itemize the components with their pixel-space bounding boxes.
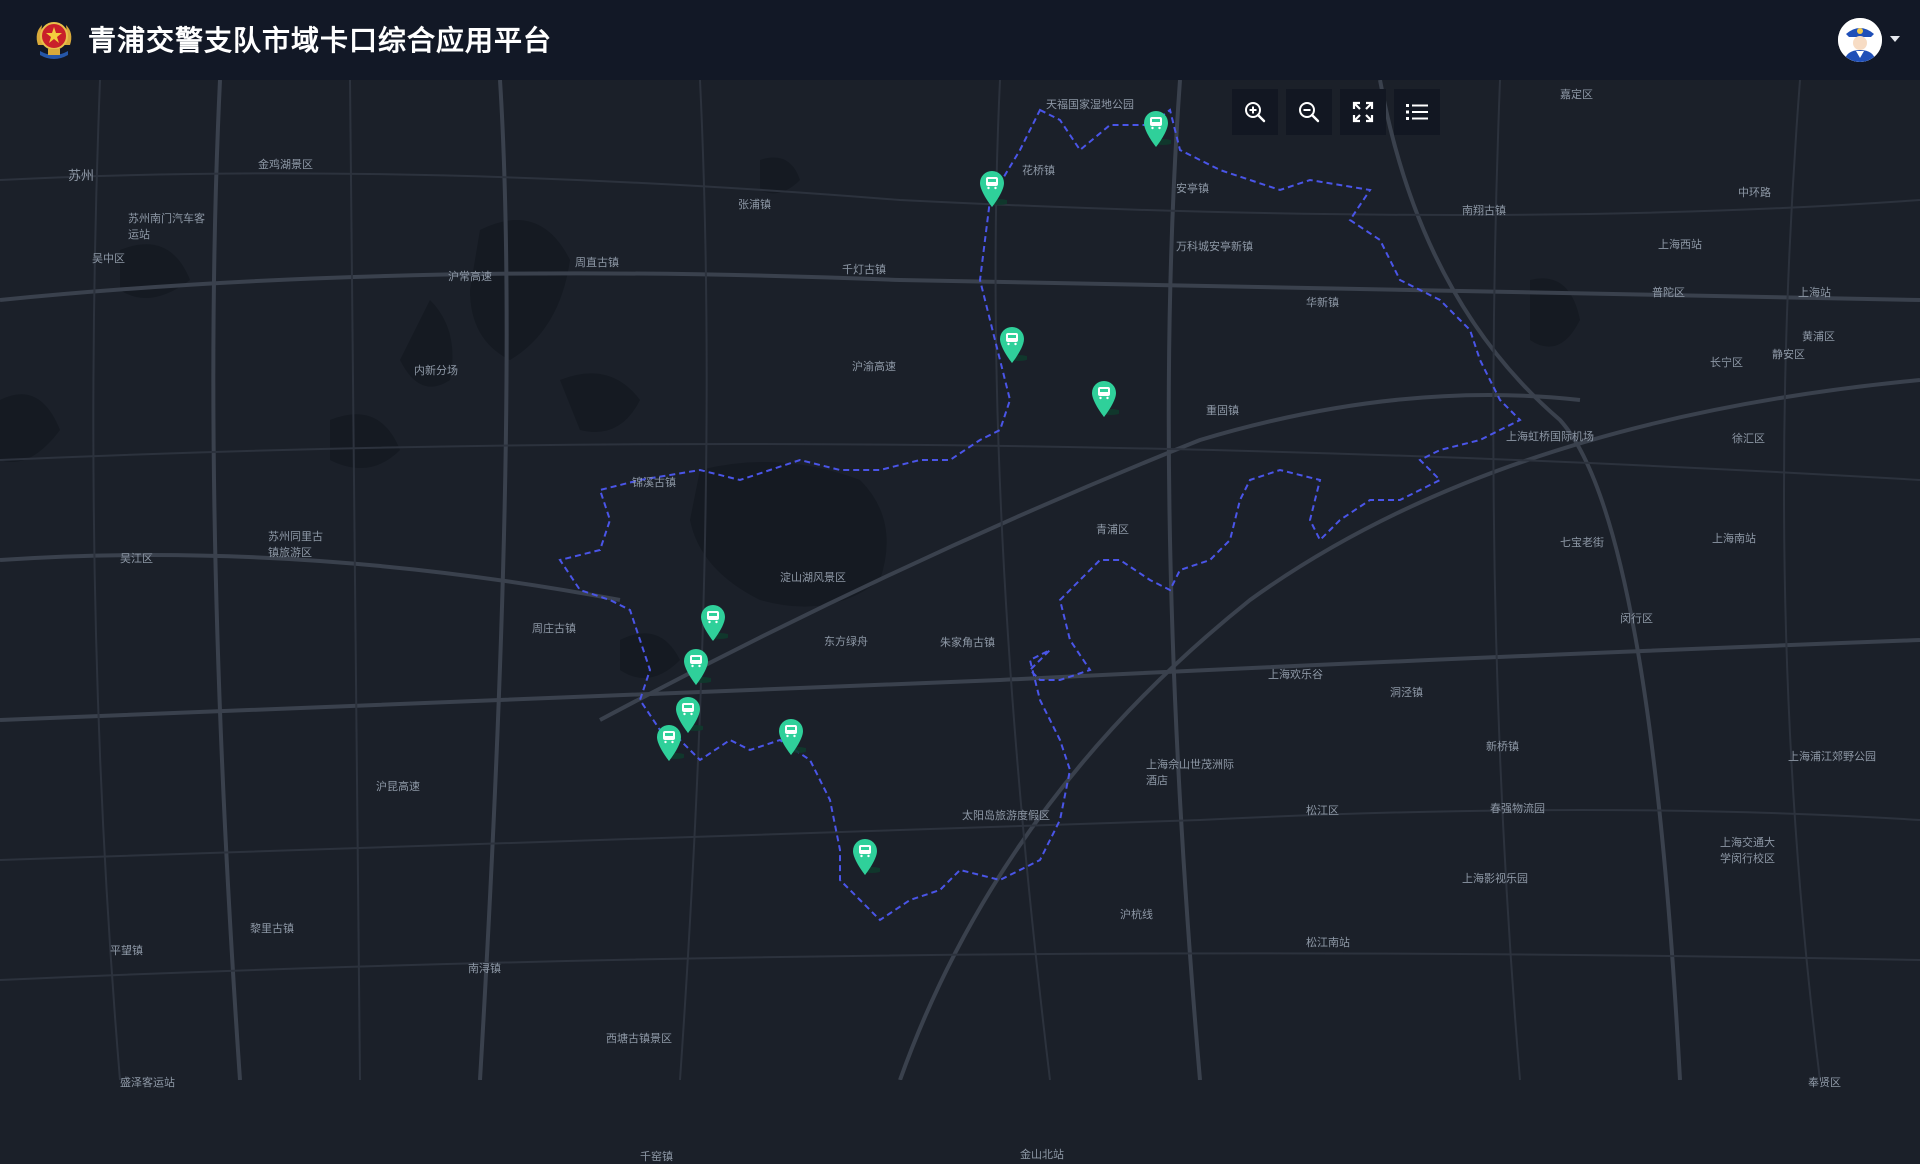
map-label: 华新镇 xyxy=(1306,296,1339,309)
map-label: 安亭镇 xyxy=(1176,182,1209,195)
map-label: 苏州 xyxy=(68,169,95,184)
map-label: 太阳岛旅游度假区 xyxy=(962,809,1050,822)
zoom-out-icon xyxy=(1299,102,1320,123)
fullscreen-button[interactable] xyxy=(1340,89,1386,135)
list-button[interactable] xyxy=(1394,89,1440,135)
map-label: 上海西站 xyxy=(1658,238,1702,251)
map-label: 新桥镇 xyxy=(1486,740,1519,753)
map-label: 重固镇 xyxy=(1206,404,1239,417)
map-label: 淀山湖风景区 xyxy=(780,571,846,584)
map-label: 沪杭线 xyxy=(1120,908,1153,921)
map-label: 苏州南门汽车客运站 xyxy=(128,212,205,241)
zoom-in-icon xyxy=(1245,102,1266,123)
checkpoint-marker[interactable] xyxy=(1141,108,1171,148)
map-label: 东方绿舟 xyxy=(824,635,868,648)
checkpoint-marker[interactable] xyxy=(654,722,684,762)
map-label: 黄浦区 xyxy=(1802,330,1835,343)
map-label: 平望镇 xyxy=(110,944,143,957)
map-label: 西塘古镇景区 xyxy=(606,1032,672,1045)
map-label: 沪渝高速 xyxy=(852,360,896,373)
app-title: 青浦交警支队市域卡口综合应用平台 xyxy=(88,24,553,57)
map-label: 奉贤区 xyxy=(1808,1076,1841,1089)
map-canvas[interactable]: 苏州 苏州南门汽车客运站 吴中区 吴江区 苏州同里古镇旅游区 黎里古镇 平望镇 … xyxy=(0,80,1920,1163)
map-label: 花桥镇 xyxy=(1022,164,1055,177)
fullscreen-icon xyxy=(1352,101,1374,123)
map-label: 上海交通大学闵行校区 xyxy=(1720,836,1775,865)
map-label: 上海南站 xyxy=(1712,532,1756,545)
map-label: 苏州同里古镇旅游区 xyxy=(268,530,323,559)
map-label: 上海虹桥国际机场 xyxy=(1506,430,1594,443)
police-officer-avatar-icon xyxy=(1838,18,1882,62)
checkpoint-marker[interactable] xyxy=(681,646,711,686)
water-bodies xyxy=(0,157,1580,678)
map-label: 中环路 xyxy=(1738,186,1771,199)
map-label: 长宁区 xyxy=(1710,356,1743,369)
map-label: 金鸡湖景区 xyxy=(258,158,313,171)
map-label: 上海浦江郊野公园 xyxy=(1788,750,1876,763)
zoom-out-button[interactable] xyxy=(1286,89,1332,135)
map-label: 闵行区 xyxy=(1620,612,1653,625)
checkpoint-marker[interactable] xyxy=(698,602,728,642)
map-label: 静安区 xyxy=(1772,348,1805,361)
checkpoint-marker[interactable] xyxy=(850,836,880,876)
zoom-in-button[interactable] xyxy=(1232,89,1278,135)
map-label: 嘉定区 xyxy=(1560,88,1593,101)
map-label: 内新分场 xyxy=(414,364,458,377)
avatar-dropdown-caret-icon[interactable] xyxy=(1890,36,1900,42)
map-label: 青浦区 xyxy=(1096,523,1129,536)
map-label: 南翔古镇 xyxy=(1462,204,1506,217)
map-label: 沪昆高速 xyxy=(376,780,420,793)
map-label: 锦溪古镇 xyxy=(632,476,676,489)
map-label: 沪常高速 xyxy=(448,270,492,283)
map-label: 徐汇区 xyxy=(1732,432,1765,445)
map-label: 上海站 xyxy=(1798,286,1831,299)
map-label: 七宝老街 xyxy=(1560,536,1604,549)
map-label: 周直古镇 xyxy=(575,256,619,269)
map-label: 吴江区 xyxy=(120,552,153,565)
map-label: 上海佘山世茂洲际酒店 xyxy=(1146,758,1234,787)
user-avatar[interactable] xyxy=(1838,18,1882,62)
checkpoint-marker[interactable] xyxy=(997,324,1027,364)
map-label: 周庄古镇 xyxy=(532,622,576,635)
map-label: 上海影视乐园 xyxy=(1462,872,1528,885)
map-label: 金山北站 xyxy=(1020,1148,1064,1161)
map-label: 上海欢乐谷 xyxy=(1268,668,1323,681)
map-label: 松江南站 xyxy=(1306,936,1350,949)
police-emblem-icon xyxy=(30,15,78,63)
map-label: 春强物流园 xyxy=(1490,802,1545,815)
map-label: 洞泾镇 xyxy=(1390,686,1423,699)
map-label: 张浦镇 xyxy=(738,198,771,211)
checkpoint-marker[interactable] xyxy=(776,716,806,756)
map-label: 松江区 xyxy=(1306,804,1339,817)
map-label: 千窑镇 xyxy=(640,1150,673,1163)
map-label: 千灯古镇 xyxy=(842,263,886,276)
map-label: 黎里古镇 xyxy=(250,922,294,935)
top-header-bar: 青浦交警支队市域卡口综合应用平台 xyxy=(0,0,1920,80)
list-icon xyxy=(1406,104,1428,120)
checkpoint-marker[interactable] xyxy=(977,168,1007,208)
map-label: 吴中区 xyxy=(92,252,125,265)
checkpoint-marker[interactable] xyxy=(1089,378,1119,418)
map-label: 盛泽客运站 xyxy=(120,1076,175,1089)
map-label: 南浔镇 xyxy=(468,962,501,975)
map-label: 天福国家湿地公园 xyxy=(1046,98,1134,111)
map-label: 万科城安亭新镇 xyxy=(1176,240,1253,253)
map-label: 普陀区 xyxy=(1652,286,1685,299)
map-label: 朱家角古镇 xyxy=(940,636,995,649)
